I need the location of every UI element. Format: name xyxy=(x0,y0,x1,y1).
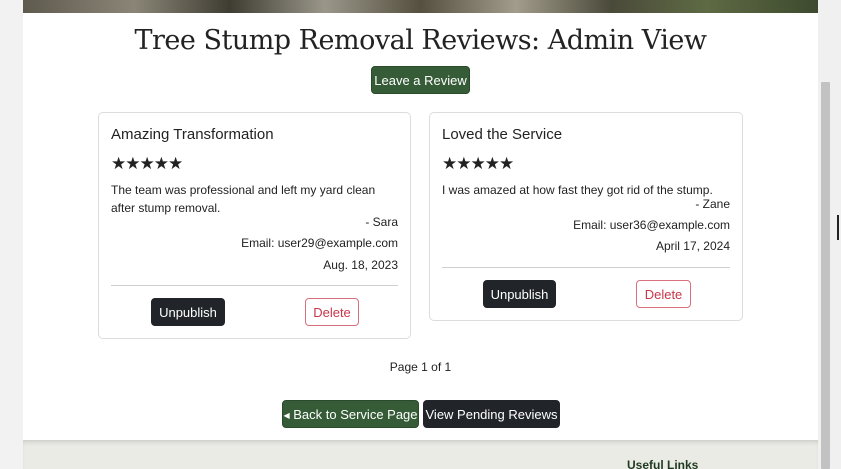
back-button-label: Back to Service Page xyxy=(293,406,418,422)
delete-button[interactable]: Delete xyxy=(305,298,359,326)
review-body: I was amazed at how fast they got rid of… xyxy=(442,183,713,197)
review-card: Amazing Transformation ★★★★★ The team wa… xyxy=(98,112,411,339)
review-author: - Zane xyxy=(695,197,730,211)
star-rating: ★★★★★ xyxy=(442,154,514,174)
card-divider xyxy=(111,285,398,286)
review-email: Email: user36@example.com xyxy=(573,218,730,232)
pagination-text: Page 1 of 1 xyxy=(389,360,452,374)
delete-button[interactable]: Delete xyxy=(636,280,691,308)
page-title: Tree Stump Removal Reviews: Admin View xyxy=(134,25,707,56)
unpublish-button[interactable]: Unpublish xyxy=(483,280,556,308)
scrollbar-thumb[interactable] xyxy=(821,82,830,469)
caret-left-icon: ◀ xyxy=(283,410,290,420)
main-content: Tree Stump Removal Reviews: Admin View L… xyxy=(23,13,818,440)
review-card: Loved the Service ★★★★★ I was amazed at … xyxy=(429,112,743,321)
unpublish-button[interactable]: Unpublish xyxy=(151,298,225,326)
leave-review-button[interactable]: Leave a Review xyxy=(371,66,470,94)
site-footer: Useful Links xyxy=(23,440,818,469)
useful-links-heading: Useful Links xyxy=(627,458,699,469)
review-author: - Sara xyxy=(365,215,398,229)
review-date: Aug. 18, 2023 xyxy=(323,258,398,272)
review-date: April 17, 2024 xyxy=(655,239,730,253)
review-email: Email: user29@example.com xyxy=(241,236,398,250)
review-title: Amazing Transformation xyxy=(111,126,274,143)
back-to-service-button[interactable]: ◀ Back to Service Page xyxy=(282,400,419,428)
review-title: Loved the Service xyxy=(442,126,563,143)
review-body: The team was professional and left my ya… xyxy=(111,183,376,215)
star-rating: ★★★★★ xyxy=(111,154,183,174)
page-scrollbar[interactable] xyxy=(818,0,841,469)
text-cursor-icon xyxy=(837,215,839,240)
hero-image-strip xyxy=(23,0,818,13)
view-pending-reviews-button[interactable]: View Pending Reviews xyxy=(423,400,560,428)
card-divider xyxy=(442,267,730,268)
